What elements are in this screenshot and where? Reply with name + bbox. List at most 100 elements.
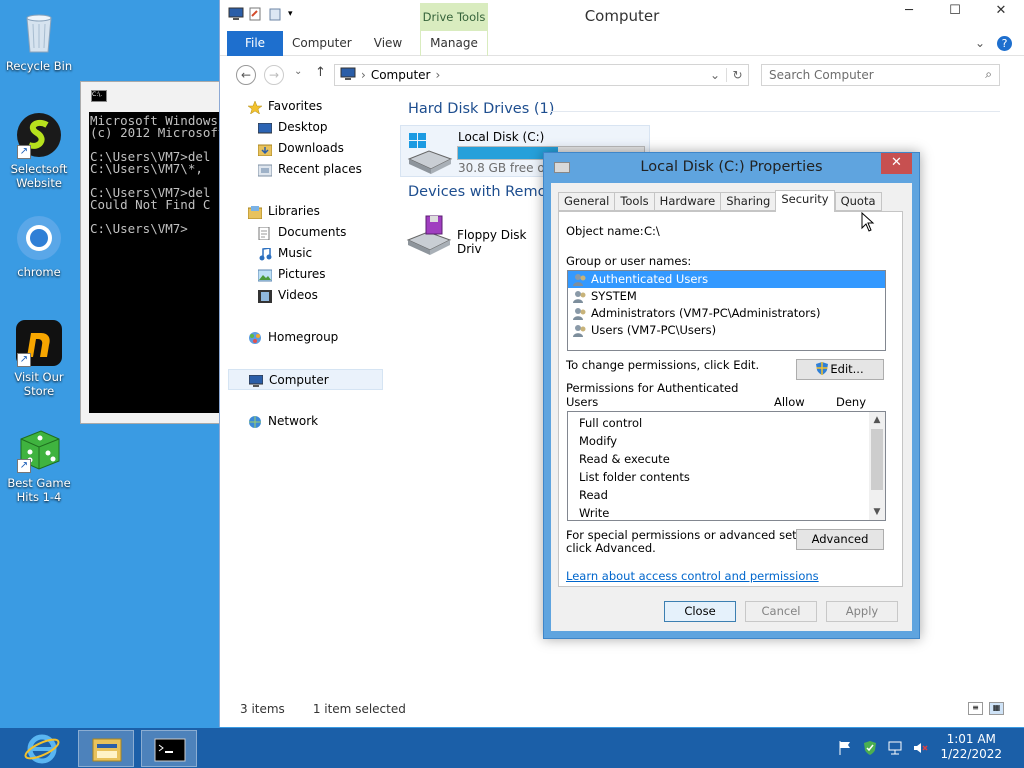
scroll-down-arrow-icon[interactable]: ▼: [869, 504, 885, 520]
cmd-title-bar[interactable]: C:\.: [81, 82, 229, 112]
tab-computer[interactable]: Computer: [292, 31, 352, 56]
close-dialog-button[interactable]: Close: [664, 601, 736, 622]
nav-item-favorites[interactable]: Favorites: [228, 96, 383, 117]
nav-item-libraries[interactable]: Libraries: [228, 201, 383, 222]
action-center-flag-icon[interactable]: [837, 740, 853, 756]
dialog-close-button[interactable]: ✕: [881, 153, 912, 174]
tab-hardware[interactable]: Hardware: [653, 192, 721, 211]
maximize-button[interactable]: ☐: [932, 0, 978, 22]
nav-item-downloads[interactable]: Downloads: [228, 138, 383, 159]
windows-update-shield-icon[interactable]: [862, 740, 878, 756]
address-separator[interactable]: ›: [361, 68, 366, 82]
help-icon[interactable]: ?: [997, 36, 1012, 51]
search-input[interactable]: Search Computer ⌕: [761, 64, 1000, 86]
recycle-bin-icon: [15, 8, 63, 56]
minimize-button[interactable]: ─: [886, 0, 932, 22]
address-path[interactable]: Computer: [371, 68, 431, 82]
nav-item-computer[interactable]: Computer: [228, 369, 383, 390]
close-button[interactable]: ✕: [978, 0, 1024, 22]
user-name: SYSTEM: [591, 289, 637, 303]
nav-item-homegroup[interactable]: Homegroup: [228, 327, 383, 348]
refresh-icon[interactable]: ↻: [726, 68, 748, 82]
drive-floppy[interactable]: Floppy Disk Driv: [400, 210, 550, 258]
nav-item-recent-places[interactable]: Recent places: [228, 159, 383, 180]
desktop-icon-visit-store[interactable]: ↗ Visit Our Store: [1, 319, 77, 398]
nav-item-documents[interactable]: Documents: [228, 222, 383, 243]
permission-row: List folder contents: [579, 470, 690, 484]
address-separator[interactable]: ›: [435, 68, 440, 82]
back-button[interactable]: ←: [236, 65, 256, 85]
taskbar-internet-explorer[interactable]: [14, 730, 70, 767]
downloads-folder-icon: [257, 142, 273, 157]
tab-general[interactable]: General: [558, 192, 615, 211]
nav-item-network[interactable]: Network: [228, 411, 383, 432]
users-icon: [573, 307, 587, 320]
cmd-console-output[interactable]: Microsoft Windows (c) 2012 Microsoft C:\…: [89, 112, 229, 413]
desktop-icon-best-game-hits[interactable]: ↗ Best Game Hits 1-4: [1, 425, 77, 504]
system-tray: [837, 740, 928, 756]
volume-muted-icon[interactable]: [912, 740, 928, 756]
address-bar[interactable]: › Computer › ⌄ ↻: [334, 64, 749, 86]
user-list[interactable]: Authenticated Users SYSTEM Administrator…: [567, 270, 886, 351]
desktop-icon-label: Visit Our Store: [14, 370, 64, 398]
nav-item-videos[interactable]: Videos: [228, 285, 383, 306]
taskbar-command-prompt[interactable]: [141, 730, 197, 767]
tab-view[interactable]: View: [366, 31, 410, 56]
list-item-users[interactable]: Users (VM7-PC\Users): [568, 322, 885, 339]
nav-item-pictures[interactable]: Pictures: [228, 264, 383, 285]
tab-tools[interactable]: Tools: [614, 192, 654, 211]
details-view-icon[interactable]: ≡: [968, 702, 983, 715]
tab-sharing[interactable]: Sharing: [720, 192, 776, 211]
apply-button[interactable]: Apply: [826, 601, 898, 622]
floppy-drive-icon: [404, 212, 452, 259]
list-item-authenticated-users[interactable]: Authenticated Users: [568, 271, 885, 288]
ribbon-expand-icon[interactable]: ⌄: [975, 36, 985, 51]
list-item-administrators[interactable]: Administrators (VM7-PC\Administrators): [568, 305, 885, 322]
nav-label: Documents: [278, 225, 347, 239]
dialog-title: Local Disk (C:) Properties: [640, 159, 823, 175]
tab-file[interactable]: File: [227, 31, 283, 56]
cancel-button[interactable]: Cancel: [745, 601, 817, 622]
permissions-scrollbar[interactable]: ▲ ▼: [869, 412, 885, 520]
dialog-title-bar[interactable]: Local Disk (C:) Properties ✕: [544, 153, 919, 183]
nav-item-music[interactable]: Music: [228, 243, 383, 264]
taskbar-file-explorer[interactable]: [78, 730, 134, 767]
nav-label: Libraries: [268, 204, 320, 218]
taskbar: 1:01 AM 1/22/2022: [0, 728, 1024, 768]
network-tray-icon[interactable]: [887, 740, 903, 756]
taskbar-clock[interactable]: 1:01 AM 1/22/2022: [940, 732, 1002, 762]
group-header-removable-devices[interactable]: Devices with Remova: [408, 184, 564, 200]
desktop-icon-chrome[interactable]: chrome: [1, 214, 77, 279]
up-button[interactable]: ↑: [315, 65, 326, 80]
desktop-icon-recycle-bin[interactable]: Recycle Bin: [1, 8, 77, 73]
special-permissions-text-2: click Advanced.: [566, 541, 656, 555]
hard-drive-windows-icon: [405, 131, 453, 178]
nav-label: Homegroup: [268, 330, 339, 344]
command-prompt-window[interactable]: C:\. Microsoft Windows (c) 2012 Microsof…: [80, 81, 230, 424]
nav-item-desktop[interactable]: Desktop: [228, 117, 383, 138]
search-icon[interactable]: ⌕: [985, 67, 992, 82]
nav-label: Desktop: [278, 120, 328, 134]
learn-more-link[interactable]: Learn about access control and permissio…: [566, 569, 819, 583]
tab-quota[interactable]: Quota: [834, 192, 882, 211]
permissions-for-label: Permissions for Authenticated: [566, 381, 739, 395]
address-dropdown-icon[interactable]: ⌄: [704, 68, 726, 82]
advanced-button[interactable]: Advanced: [796, 529, 884, 550]
nav-label: Music: [278, 246, 313, 260]
edit-button[interactable]: Edit...: [796, 359, 884, 380]
libraries-icon: [247, 205, 263, 220]
forward-button[interactable]: →: [264, 65, 284, 85]
recent-locations-icon[interactable]: ⌄: [294, 66, 302, 77]
tab-security[interactable]: Security: [775, 190, 835, 212]
group-header-hard-disk-drives[interactable]: Hard Disk Drives (1): [408, 101, 554, 117]
desktop-icon-selectsoft[interactable]: ↗ Selectsoft Website: [1, 111, 77, 190]
shortcut-arrow-icon: ↗: [17, 145, 31, 159]
scroll-thumb[interactable]: [871, 429, 883, 490]
explorer-title-bar[interactable]: ▾ Drive Tools Computer ─ ☐ ✕: [220, 0, 1024, 31]
tab-manage[interactable]: Manage: [420, 31, 488, 56]
scroll-up-arrow-icon[interactable]: ▲: [869, 412, 885, 428]
permissions-list[interactable]: Full control Modify Read & execute List …: [567, 411, 886, 521]
permission-row: Modify: [579, 434, 618, 448]
list-item-system[interactable]: SYSTEM: [568, 288, 885, 305]
large-icons-view-icon[interactable]: ▦: [989, 702, 1004, 715]
